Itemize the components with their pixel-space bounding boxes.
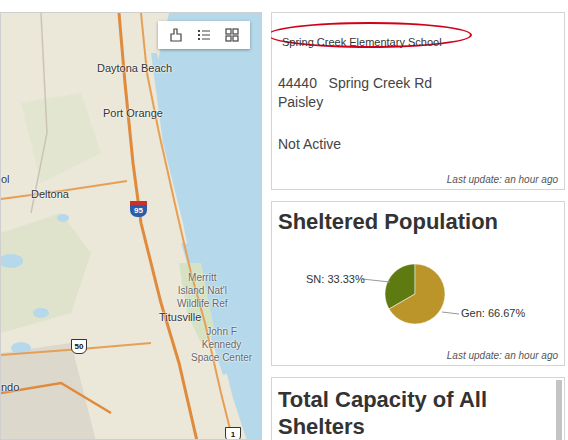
leader-line (362, 279, 390, 282)
map-label: Daytona Beach (97, 62, 172, 75)
map-basemap (1, 13, 262, 440)
pie-label: SN: 33.33% (306, 273, 365, 286)
map-label: John F Kennedy Space Center (191, 325, 252, 364)
route-shield: 1 (225, 427, 241, 440)
legend-list-icon[interactable] (192, 25, 216, 45)
map-label: ol (1, 173, 10, 186)
shelter-status: Not Active (278, 135, 558, 154)
pie-chart: SN: 33.33% Gen: 66.67% (278, 236, 558, 344)
last-update: Last update: an hour ago (447, 173, 558, 189)
pie-slice[interactable] (389, 264, 445, 324)
shelter-address: 44440 Spring Creek Rd (278, 74, 558, 93)
card-title: Sheltered Population (278, 208, 558, 236)
map-toolbar (158, 21, 250, 49)
map-label: Port Orange (103, 107, 163, 120)
map-label: ndo (1, 381, 19, 394)
leader-line (442, 312, 459, 314)
total-capacity-card: Total Capacity of All Shelters (271, 377, 565, 440)
map-label: Titusville (159, 311, 201, 324)
pie-label: Gen: 66.67% (461, 307, 525, 320)
shelter-details-card: Spring Creek Elementary School 44440 Spr… (271, 12, 565, 190)
route-shield: 50 (71, 339, 87, 354)
basemap-gallery-icon[interactable] (220, 25, 244, 45)
route-shield: 95 (130, 201, 147, 217)
shelter-name: Spring Creek Elementary School (282, 36, 442, 48)
shelter-city: Paisley (278, 93, 558, 112)
bookmarks-icon[interactable] (164, 25, 188, 45)
last-update: Last update: an hour ago (447, 349, 558, 365)
sheltered-population-card: Sheltered Population SN: 33.33% Gen: 66.6… (271, 201, 565, 366)
card-title: Total Capacity of All Shelters (278, 386, 538, 440)
map[interactable]: Daytona Beach Port Orange ol Deltona Merritt… (0, 12, 262, 440)
map-label: Deltona (31, 188, 69, 201)
scrollbar[interactable] (556, 380, 562, 440)
map-label: Merritt Island Nat'l Wildlife Ref (177, 271, 228, 310)
